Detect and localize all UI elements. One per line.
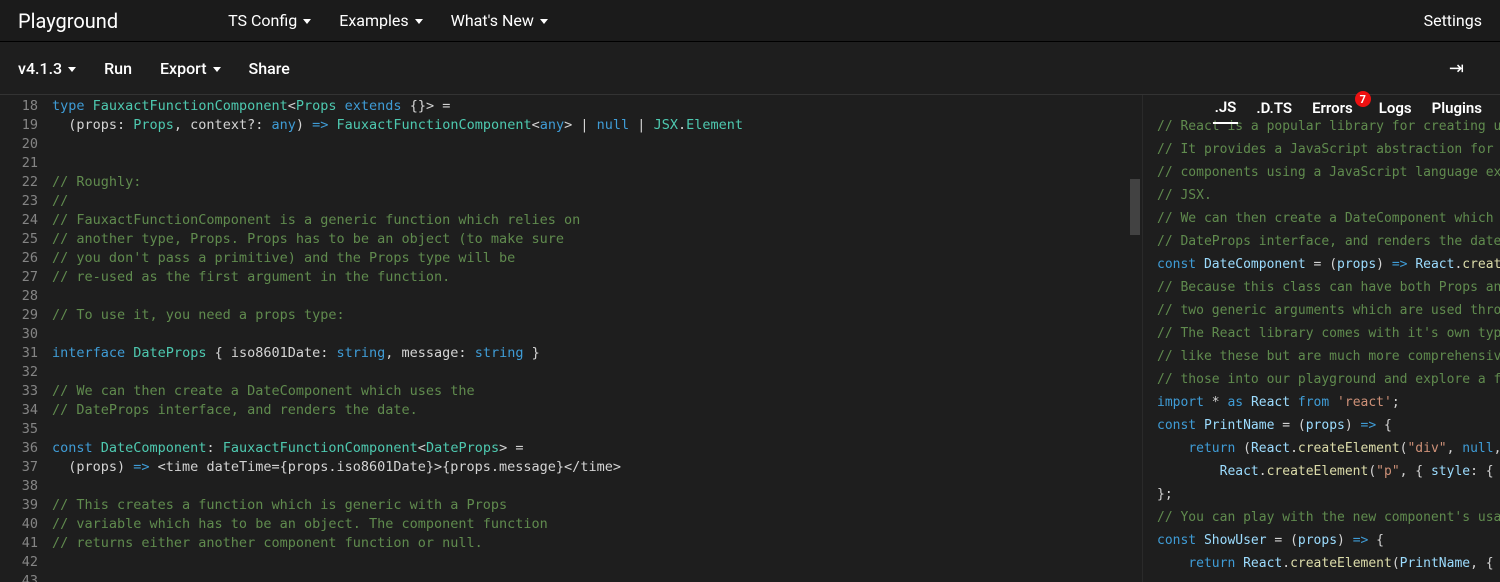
examples-label: Examples [339,11,408,30]
editor-pane[interactable]: 1819202122232425262728293031323334353637… [0,95,1143,582]
output-tabs: .JS .D.TS Errors7 Logs Plugins [1213,92,1484,124]
secondbar: v4.1.3 Run Export Share ⇥ .JS .D.TS Erro… [0,42,1500,94]
tab-logs[interactable]: Logs [1377,93,1414,123]
whatsnew-menu[interactable]: What's New [451,11,548,30]
tab-errors-label: Errors [1312,99,1353,117]
share-button[interactable]: Share [249,59,290,78]
export-menu[interactable]: Export [160,59,221,78]
tab-dts[interactable]: .D.TS [1254,93,1294,123]
output-pane[interactable]: // React is a popular library for creati… [1143,95,1500,582]
run-button[interactable]: Run [104,59,132,78]
topbar: Playground TS Config Examples What's New… [0,0,1500,42]
caret-icon [303,19,311,24]
caret-icon [213,67,221,72]
editor-code[interactable]: type FauxactFunctionComponent<Props exte… [52,95,1142,582]
tab-plugins[interactable]: Plugins [1430,93,1484,123]
export-label: Export [160,59,207,78]
version-label: v4.1.3 [18,59,62,78]
tsconfig-menu[interactable]: TS Config [228,11,311,30]
settings-link[interactable]: Settings [1424,11,1482,30]
run-to-end-icon[interactable]: ⇥ [1449,58,1462,79]
whatsnew-label: What's New [451,11,534,30]
content-split: 1819202122232425262728293031323334353637… [0,94,1500,582]
version-menu[interactable]: v4.1.3 [18,59,76,78]
scrollbar-thumb[interactable] [1130,179,1140,235]
caret-icon [415,19,423,24]
examples-menu[interactable]: Examples [339,11,422,30]
tab-js[interactable]: .JS [1213,92,1239,124]
errors-badge: 7 [1355,91,1371,107]
caret-icon [540,19,548,24]
brand: Playground [18,9,118,33]
caret-icon [68,67,76,72]
tsconfig-label: TS Config [228,11,297,30]
line-numbers: 1819202122232425262728293031323334353637… [0,95,52,582]
tab-errors[interactable]: Errors7 [1310,93,1361,123]
